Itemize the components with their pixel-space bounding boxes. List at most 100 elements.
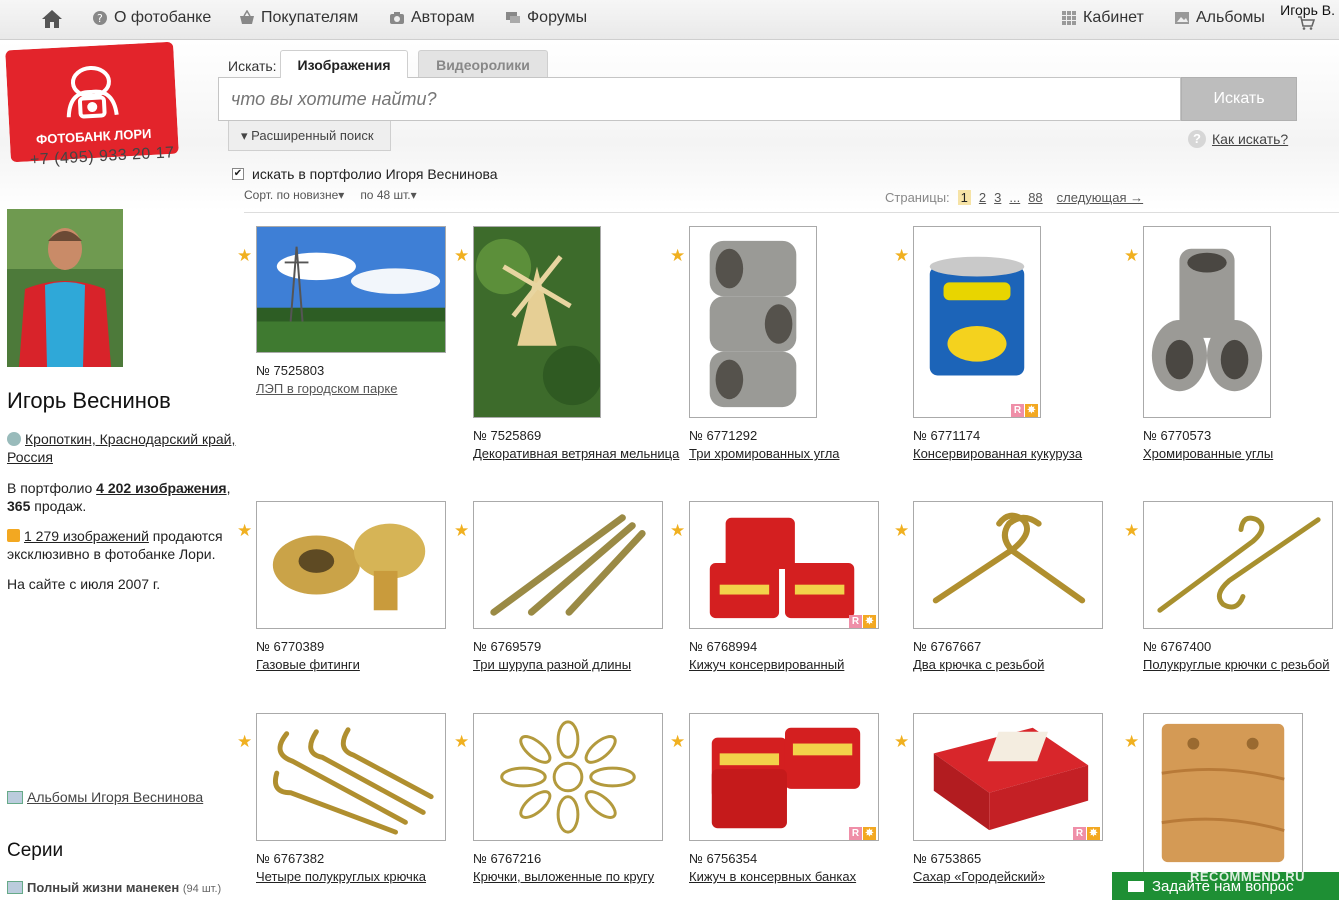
photo-title-link[interactable]: Два крючка с резьбой (913, 656, 1123, 673)
sort-by-select[interactable]: Сорт. по новизне▾ (244, 188, 344, 202)
photo-thumbnail[interactable] (913, 501, 1103, 629)
photo-title-link[interactable]: ЛЭП в городском парке (256, 380, 466, 397)
restricted-icon: R (849, 615, 862, 628)
page-link[interactable]: 88 (1028, 190, 1042, 205)
cart-icon[interactable] (1297, 16, 1315, 30)
photo-id: № 6756354 (689, 851, 758, 866)
nav-about[interactable]: ? О фотобанке (92, 9, 211, 27)
nav-buyers-label: Покупателям (261, 9, 359, 26)
sales-count: 365 (7, 498, 31, 514)
photo-thumbnail[interactable] (256, 226, 446, 353)
author-avatar[interactable] (7, 209, 123, 367)
photo-thumbnail[interactable] (473, 501, 663, 629)
how-to-search-link[interactable]: ? Как искать? (1188, 130, 1288, 148)
nav-albums[interactable]: Альбомы (1174, 9, 1265, 27)
photo-thumbnail[interactable] (913, 226, 1041, 418)
photo-title-link[interactable]: Газовые фитинги (256, 656, 466, 673)
advanced-search-label: Расширенный поиск (251, 128, 374, 143)
photo-thumbnail[interactable] (256, 501, 446, 629)
favorite-star-icon[interactable]: ★ (670, 733, 686, 750)
photo-thumbnail[interactable] (473, 713, 663, 841)
tab-videos[interactable]: Видеоролики (418, 50, 548, 78)
lori-logo[interactable]: ФОТОБАНК ЛОРИ (5, 41, 179, 163)
photo-title-link[interactable]: Четыре полукруглых крючка (256, 868, 466, 885)
grid-icon (1061, 10, 1077, 26)
nav-albums-label: Альбомы (1196, 9, 1265, 26)
photo-title-link[interactable]: Полукруглые крючки с резьбой (1143, 656, 1339, 673)
photo-title-link[interactable]: Хромированные углы (1143, 445, 1339, 462)
top-navigation-bar: ? О фотобанке Покупателям Авторам Форумы… (0, 0, 1339, 40)
photo-thumbnail[interactable] (256, 713, 446, 841)
photo-title-link[interactable]: Три шурупа разной длины (473, 656, 683, 673)
photo-title-link[interactable]: Кижуч в консервных банках (689, 868, 899, 885)
per-page-select[interactable]: по 48 шт.▾ (360, 188, 416, 202)
favorite-star-icon[interactable]: ★ (237, 247, 253, 264)
nav-forums-label: Форумы (527, 9, 588, 26)
photo-id: № 6768994 (689, 639, 758, 654)
favorite-star-icon[interactable]: ★ (670, 247, 686, 264)
location-link[interactable]: Кропоткин, Краснодарский край, Россия (7, 431, 235, 465)
photo-title-link[interactable]: Декоративная ветряная мельница (473, 445, 683, 462)
favorite-star-icon[interactable]: ★ (1124, 522, 1140, 539)
favorite-star-icon[interactable]: ★ (237, 733, 253, 750)
photo-thumbnail[interactable] (913, 713, 1103, 841)
nav-authors[interactable]: Авторам (389, 9, 475, 27)
watermark: RECOMMEND.RU (1190, 869, 1306, 884)
author-location: Кропоткин, Краснодарский край, Россия (7, 430, 242, 466)
page-link[interactable]: 3 (994, 190, 1001, 205)
album-icon (1174, 10, 1190, 26)
photo-id: № 6770573 (1143, 428, 1212, 443)
photo-title-link[interactable]: Консервированная кукуруза (913, 445, 1123, 462)
exclusive-count-link[interactable]: 1 279 изображений (24, 528, 149, 544)
nav-buyers[interactable]: Покупателям (239, 9, 358, 27)
favorite-star-icon[interactable]: ★ (454, 247, 470, 264)
restricted-icon: R (1073, 827, 1086, 840)
page-link[interactable]: 2 (979, 190, 986, 205)
search-input[interactable] (218, 77, 1181, 121)
photo-title-link[interactable]: Кижуч консервированный (689, 656, 899, 673)
photo-thumbnail[interactable] (689, 501, 879, 629)
favorite-star-icon[interactable]: ★ (670, 522, 686, 539)
portfolio-count-link[interactable]: 4 202 изображения (96, 480, 226, 496)
favorite-star-icon[interactable]: ★ (1124, 247, 1140, 264)
author-albums-link[interactable]: Альбомы Игоря Веснинова (7, 789, 203, 805)
photo-thumbnail[interactable] (1143, 226, 1271, 418)
favorite-star-icon[interactable]: ★ (237, 522, 253, 539)
help-icon: ? (1188, 130, 1206, 148)
photo-id: № 6771292 (689, 428, 758, 443)
favorite-star-icon[interactable]: ★ (454, 733, 470, 750)
photo-id: № 6767216 (473, 851, 542, 866)
nav-forums[interactable]: Форумы (505, 9, 587, 27)
series-item[interactable]: Полный жизни манекен (94 шт.) (7, 880, 221, 895)
photo-thumbnail[interactable] (1143, 501, 1333, 629)
page-link[interactable]: ... (1009, 190, 1020, 205)
advanced-search-toggle[interactable]: ▾ Расширенный поиск (228, 121, 391, 151)
exclusive-icon: ✸ (1025, 404, 1038, 417)
portfolio-search-option[interactable]: ✔ искать в портфолио Игоря Веснинова (232, 166, 498, 182)
photo-title-link[interactable]: Три хромированных угла (689, 445, 899, 462)
photo-thumbnail[interactable] (689, 226, 817, 418)
portfolio-checkbox[interactable]: ✔ (232, 168, 244, 180)
photo-id: № 6770389 (256, 639, 325, 654)
home-icon[interactable] (40, 8, 64, 30)
mail-icon (1128, 881, 1144, 892)
favorite-star-icon[interactable]: ★ (454, 522, 470, 539)
nav-cabinet[interactable]: Кабинет (1061, 9, 1144, 27)
search-button[interactable]: Искать (1181, 77, 1297, 121)
portfolio-checkbox-label: искать в портфолио Игоря Веснинова (252, 166, 498, 182)
photo-thumbnail[interactable] (689, 713, 879, 841)
photo-thumbnail[interactable] (473, 226, 601, 418)
photo-title-link[interactable]: Крючки, выложенные по кругу (473, 868, 683, 885)
favorite-star-icon[interactable]: ★ (894, 522, 910, 539)
photo-thumbnail[interactable] (1143, 713, 1303, 873)
tab-images[interactable]: Изображения (280, 50, 408, 78)
favorite-star-icon[interactable]: ★ (894, 733, 910, 750)
favorite-star-icon[interactable]: ★ (894, 247, 910, 264)
photo-title-link[interactable]: Сахар «Городейский» (913, 868, 1123, 885)
photo-id: № 7525869 (473, 428, 542, 443)
next-page-link[interactable]: следующая → (1057, 190, 1143, 205)
exclusive-icon (7, 529, 20, 542)
restricted-icon: R (1011, 404, 1024, 417)
camera-icon (389, 10, 405, 26)
favorite-star-icon[interactable]: ★ (1124, 733, 1140, 750)
